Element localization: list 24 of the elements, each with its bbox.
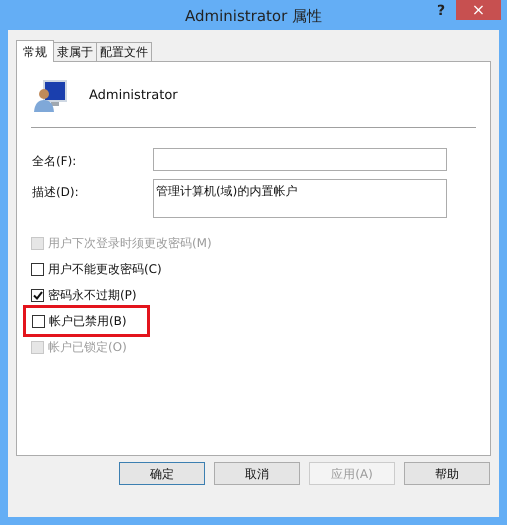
checkbox-label: 密码永不过期(P) <box>48 287 137 304</box>
checkbox-label: 帐户已禁用(B) <box>49 313 127 330</box>
description-field[interactable]: 管理计算机(域)的内置帐户 <box>153 179 447 218</box>
window-title: Administrator 属性 <box>184 6 322 27</box>
dialog-button[interactable]: 帮助 <box>404 462 490 485</box>
checkbox-label: 用户不能更改密码(C) <box>48 261 162 278</box>
user-name: Administrator <box>89 87 178 106</box>
dialog-button[interactable]: 确定 <box>119 462 205 485</box>
tab[interactable]: 配置文件 <box>96 42 152 61</box>
checkbox[interactable] <box>31 262 44 276</box>
help-button[interactable]: ? <box>426 0 456 22</box>
tab[interactable]: 常规 <box>16 40 54 62</box>
field-label: 描述(D): <box>31 184 80 201</box>
checkbox[interactable] <box>31 288 44 302</box>
checkbox-label: 用户下次登录时须更改密码(M) <box>48 235 212 252</box>
close-button[interactable]: × <box>456 0 501 20</box>
full-name-field[interactable] <box>153 148 447 171</box>
checkbox[interactable] <box>32 314 45 328</box>
dialog-button[interactable]: 取消 <box>214 462 300 485</box>
tab[interactable]: 隶属于 <box>53 42 97 61</box>
field-label: 全名(F): <box>31 153 78 170</box>
check-icon <box>32 290 42 300</box>
checkbox-label: 帐户已锁定(O) <box>48 339 127 356</box>
user-computer-icon <box>33 79 69 113</box>
